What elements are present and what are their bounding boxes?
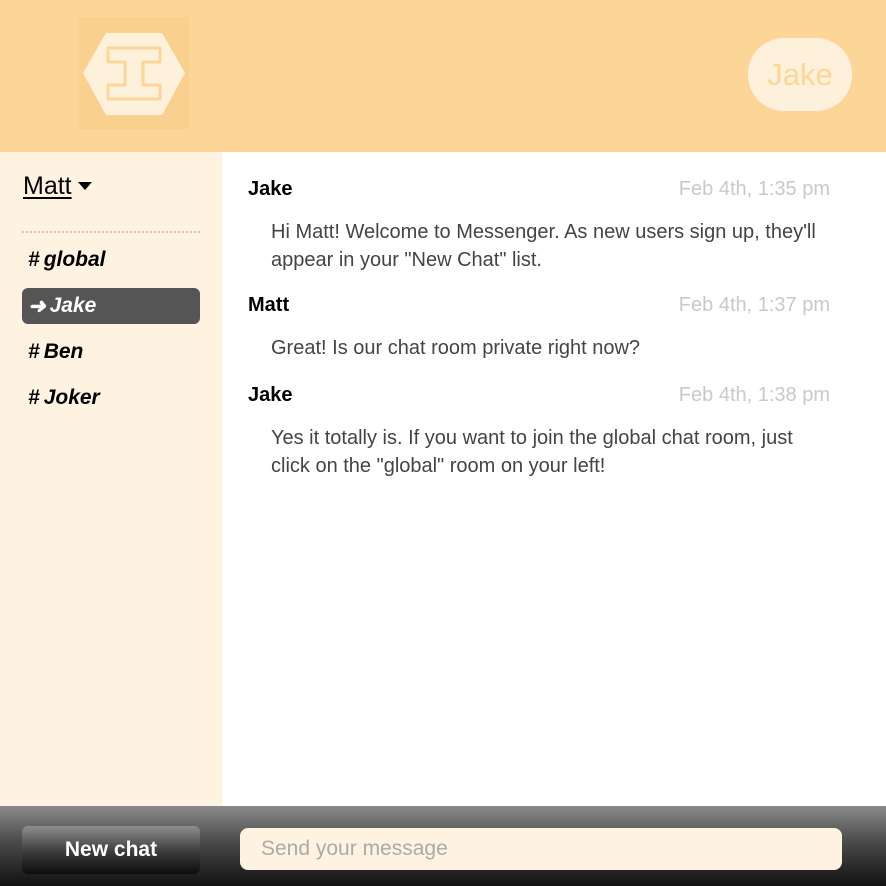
current-user-dropdown[interactable]: Matt xyxy=(23,172,92,201)
message-input[interactable] xyxy=(240,828,842,870)
message-timestamp: Feb 4th, 1:38 pm xyxy=(678,384,830,406)
arrow-right-icon: ➜ xyxy=(28,294,46,318)
hash-icon: # xyxy=(28,386,40,409)
room-label: global xyxy=(43,248,106,271)
message-author: Jake xyxy=(248,178,293,200)
room-item-joker[interactable]: # Joker xyxy=(22,380,200,416)
hash-icon: # xyxy=(28,340,40,363)
chat-partner-badge[interactable]: Jake xyxy=(748,38,852,111)
sidebar-divider xyxy=(22,231,200,233)
sidebar: Matt # global ➜ Jake # Ben # Joker xyxy=(0,152,222,806)
message-text: Great! Is our chat room private right no… xyxy=(271,337,641,359)
room-item-ben[interactable]: # Ben xyxy=(22,334,200,370)
room-list: # global ➜ Jake # Ben # Joker xyxy=(22,242,200,426)
message-item: Matt Feb 4th, 1:37 pm Great! Is our chat… xyxy=(248,294,830,362)
message-timestamp: Feb 4th, 1:35 pm xyxy=(678,178,830,200)
room-label: Joker xyxy=(43,386,100,409)
message-text: Hi Matt! Welcome to Messenger. As new us… xyxy=(271,221,816,271)
message-timestamp: Feb 4th, 1:37 pm xyxy=(678,294,830,316)
room-item-global[interactable]: # global xyxy=(22,242,200,278)
caret-down-icon xyxy=(77,182,92,190)
app-logo[interactable] xyxy=(79,17,189,129)
message-text: Yes it totally is. If you want to join t… xyxy=(271,427,793,477)
message-panel: Jake Feb 4th, 1:35 pm Hi Matt! Welcome t… xyxy=(222,152,886,806)
message-author: Matt xyxy=(248,294,290,316)
footer-bar: New chat xyxy=(0,806,886,886)
room-item-jake[interactable]: ➜ Jake xyxy=(22,288,200,324)
hash-icon: # xyxy=(28,248,40,271)
message-item: Jake Feb 4th, 1:38 pm Yes it totally is.… xyxy=(248,384,830,480)
new-chat-button[interactable]: New chat xyxy=(22,826,200,874)
message-author: Jake xyxy=(248,384,293,406)
message-item: Jake Feb 4th, 1:35 pm Hi Matt! Welcome t… xyxy=(248,178,830,274)
hexagon-i-logo-icon xyxy=(83,33,185,115)
current-user-name: Matt xyxy=(23,172,72,200)
app-header: Jake xyxy=(0,0,886,152)
room-label: Ben xyxy=(43,340,84,363)
room-label: Jake xyxy=(49,294,97,317)
